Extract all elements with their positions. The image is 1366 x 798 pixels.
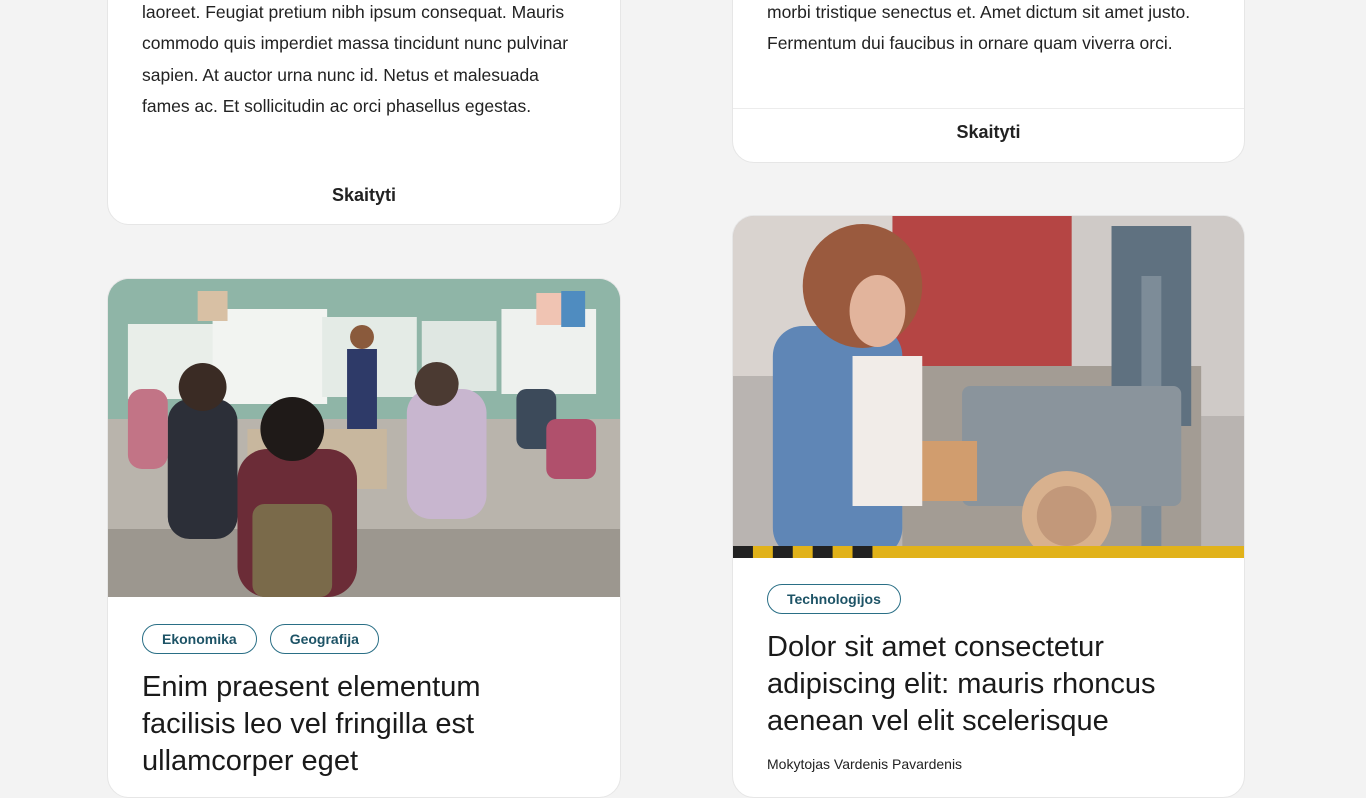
article-title[interactable]: Dolor sit amet consectetur adipiscing el… — [767, 629, 1204, 740]
tag-ekonomika[interactable]: Ekonomika — [142, 624, 257, 654]
read-more-button[interactable]: Skaityti — [108, 185, 620, 206]
tag-technologijos[interactable]: Technologijos — [767, 584, 901, 614]
tag-geografija[interactable]: Geografija — [269, 624, 379, 654]
workshop-image[interactable] — [733, 216, 1244, 558]
card-divider — [733, 108, 1244, 109]
article-card-1: laoreet. Feugiat pretium nibh ipsum cons… — [107, 0, 621, 225]
classroom-image[interactable] — [108, 279, 620, 597]
article-card-4: Technologijos Dolor sit amet consectetur… — [732, 215, 1245, 798]
article-card-2: morbi tristique senectus et. Amet dictum… — [732, 0, 1245, 163]
read-more-button[interactable]: Skaityti — [733, 122, 1244, 143]
article-excerpt: morbi tristique senectus et. Amet dictum… — [767, 2, 1191, 54]
article-excerpt: laoreet. Feugiat pretium nibh ipsum cons… — [142, 2, 569, 116]
article-card-3: Ekonomika Geografija Enim praesent eleme… — [107, 278, 621, 798]
tag-list: Technologijos — [767, 584, 901, 614]
tag-list: Ekonomika Geografija — [142, 624, 379, 654]
article-author: Mokytojas Vardenis Pavardenis — [767, 756, 963, 772]
article-title[interactable]: Enim praesent elementum facilisis leo ve… — [142, 669, 580, 780]
